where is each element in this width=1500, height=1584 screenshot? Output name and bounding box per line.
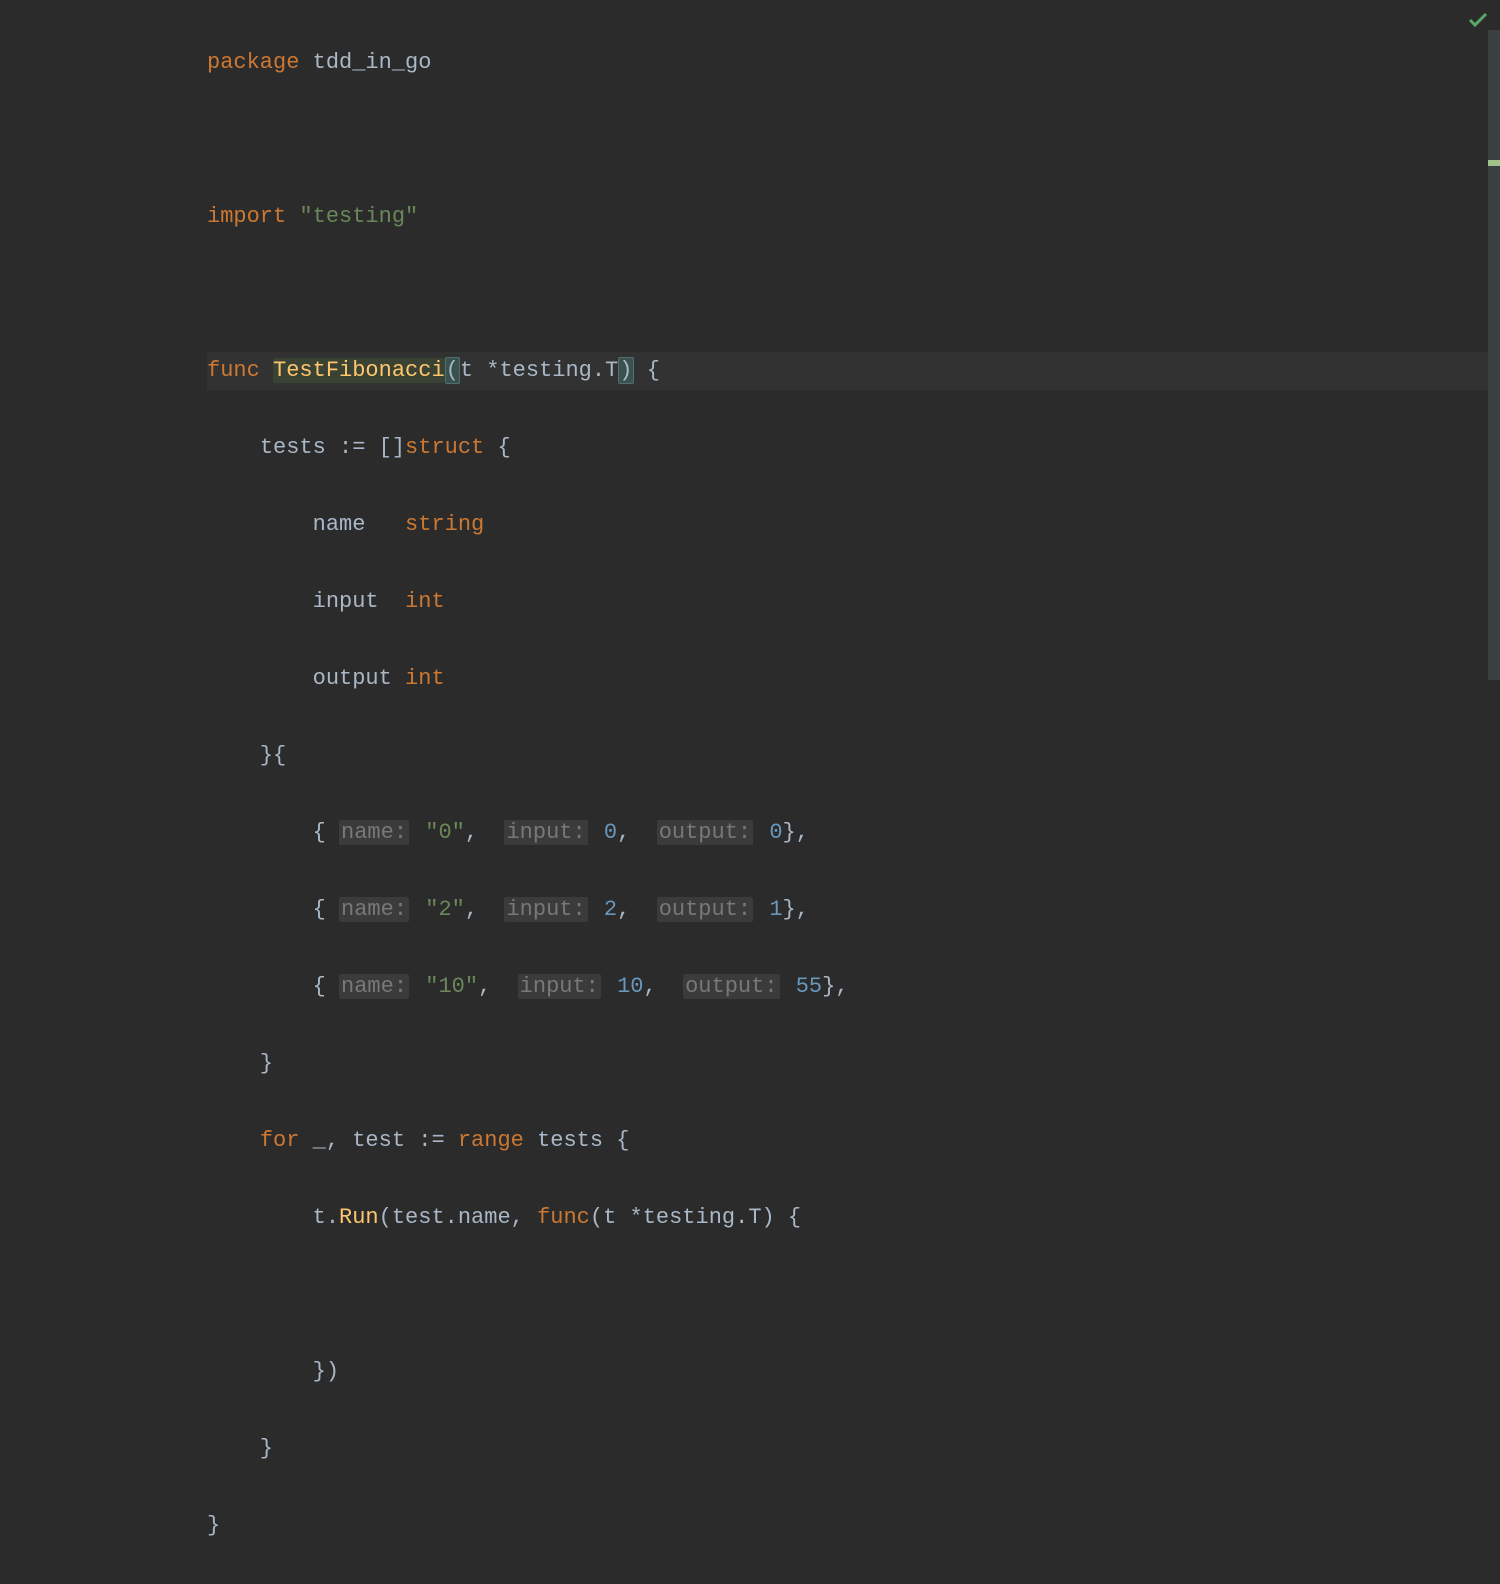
package-name: tdd_in_go	[313, 50, 432, 75]
hint-output-2: output:	[657, 897, 753, 922]
open-paren: (	[445, 357, 460, 384]
field-name: name	[313, 512, 366, 537]
scrollbar-marker[interactable]	[1488, 160, 1500, 166]
keyword-package: package	[207, 50, 299, 75]
row2-output: 1	[769, 897, 782, 922]
hint-output-3: output:	[683, 974, 779, 999]
run-method: Run	[339, 1205, 379, 1230]
row3-input: 10	[617, 974, 643, 999]
row2-input: 2	[604, 897, 617, 922]
keyword-struct: struct	[405, 435, 484, 460]
code-editor[interactable]: package tdd_in_go import "testing" func …	[0, 0, 1500, 1584]
hint-name-1: name:	[339, 820, 409, 845]
keyword-inner-func: func	[537, 1205, 590, 1230]
param-type: T	[605, 358, 618, 383]
import-path: "testing"	[299, 204, 418, 229]
param: t *testing.	[460, 358, 605, 383]
keyword-for: for	[260, 1128, 300, 1153]
hint-input-2: input:	[504, 897, 587, 922]
keyword-import: import	[207, 204, 286, 229]
hint-output-1: output:	[657, 820, 753, 845]
function-name: TestFibonacci	[273, 358, 445, 383]
row1-name: "0"	[425, 820, 465, 845]
row1-output: 0	[769, 820, 782, 845]
field-input: input	[313, 589, 379, 614]
row3-output: 55	[796, 974, 822, 999]
tests-var: tests	[260, 435, 326, 460]
keyword-range: range	[458, 1128, 524, 1153]
field-output: output	[313, 666, 392, 691]
close-paren: )	[618, 357, 633, 384]
status-ok-icon	[1468, 6, 1488, 45]
hint-input-3: input:	[518, 974, 601, 999]
type-int-2: int	[405, 666, 445, 691]
scrollbar-track[interactable]	[1488, 30, 1500, 680]
row1-input: 0	[604, 820, 617, 845]
hint-name-2: name:	[339, 897, 409, 922]
hint-name-3: name:	[339, 974, 409, 999]
keyword-func: func	[207, 358, 260, 383]
row3-name: "10"	[425, 974, 478, 999]
type-string: string	[405, 512, 484, 537]
hint-input-1: input:	[504, 820, 587, 845]
type-int: int	[405, 589, 445, 614]
row2-name: "2"	[425, 897, 465, 922]
